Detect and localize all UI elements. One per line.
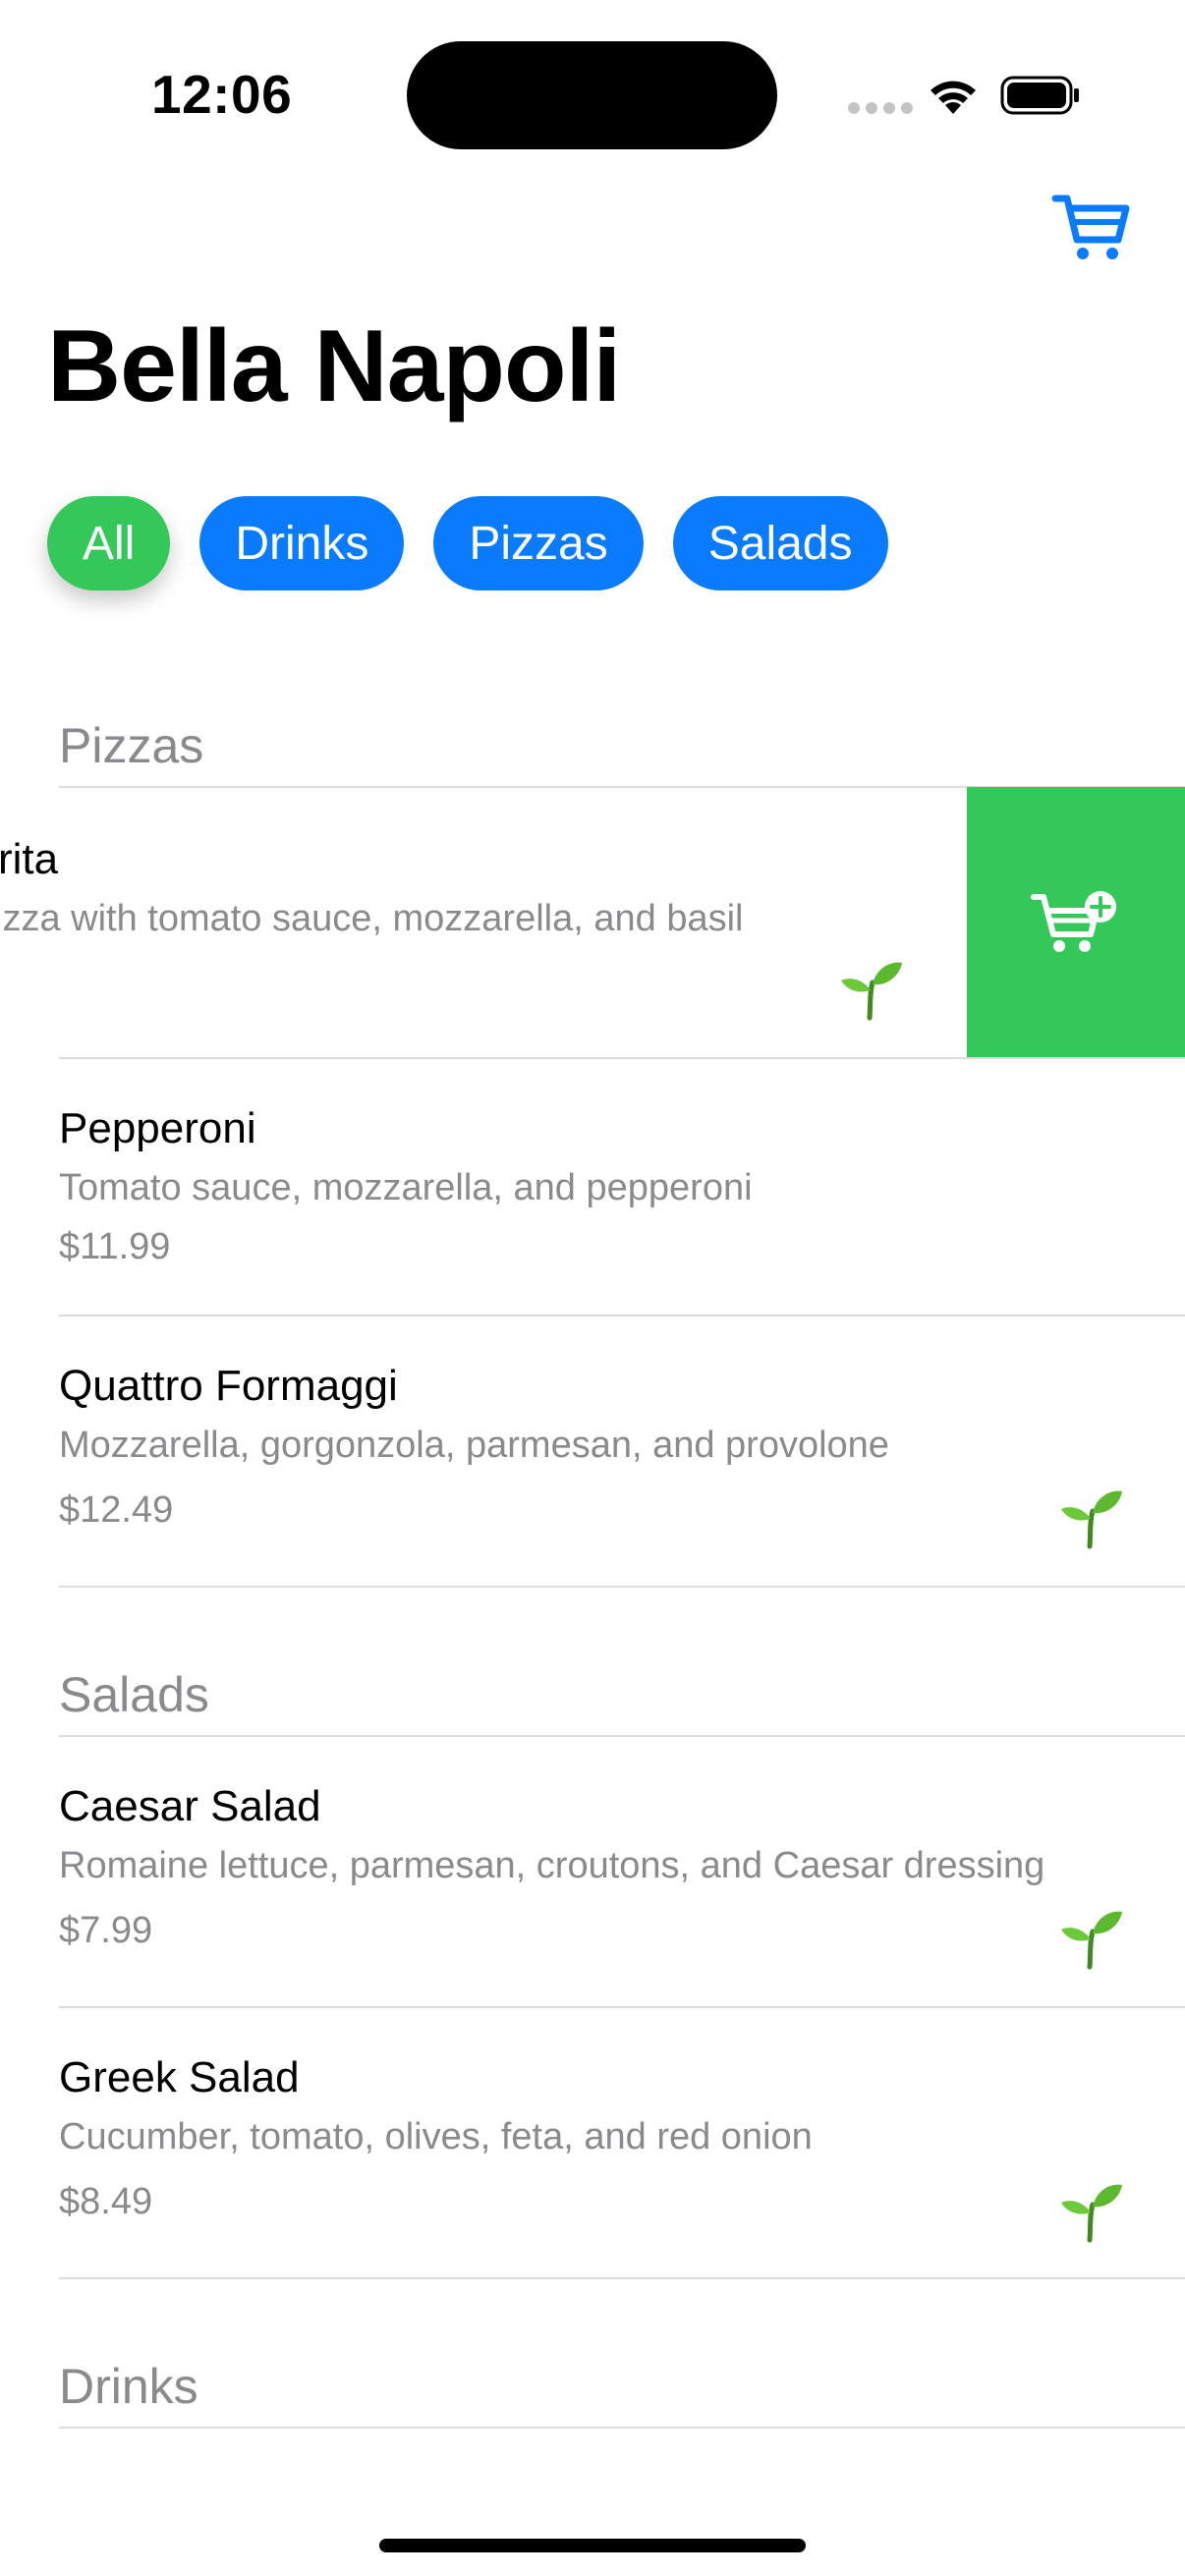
item-price: $8.49 xyxy=(59,2181,153,2222)
cellular-signal-icon xyxy=(848,102,913,114)
item-description: Romaine lettuce, parmesan, croutons, and… xyxy=(59,1845,1045,1886)
cart-button[interactable] xyxy=(1051,193,1132,263)
section-header-drinks: Drinks xyxy=(59,2359,198,2414)
item-description: Cucumber, tomato, olives, feta, and red … xyxy=(59,2116,813,2157)
divider xyxy=(59,1586,1185,1588)
category-filters: All Drinks Pizzas Salads xyxy=(47,496,888,590)
add-to-cart-swipe-button[interactable] xyxy=(967,787,1185,1058)
filter-chip-drinks[interactable]: Drinks xyxy=(199,496,405,590)
menu-item[interactable]: Pepperoni Tomato sauce, mozzarella, and … xyxy=(0,1059,1185,1315)
cart-add-icon xyxy=(1031,891,1116,952)
battery-icon xyxy=(1000,76,1079,115)
page-title: Bella Napoli xyxy=(47,309,621,423)
cart-icon xyxy=(1051,195,1130,259)
filter-chip-all[interactable]: All xyxy=(47,496,171,590)
wifi-icon xyxy=(931,81,976,114)
vegetarian-sprout-icon xyxy=(1061,1911,1122,1970)
filter-chip-salads[interactable]: Salads xyxy=(672,496,888,590)
dynamic-island xyxy=(407,41,777,149)
item-description: Tomato sauce, mozzarella, and pepperoni xyxy=(59,1167,753,1208)
section-header-salads: Salads xyxy=(59,1667,209,1722)
menu-item[interactable]: Quattro Formaggi Mozzarella, gorgonzola,… xyxy=(0,1316,1185,1586)
item-price: $11.99 xyxy=(59,1226,171,1267)
item-description: Mozzarella, gorgonzola, parmesan, and pr… xyxy=(59,1425,889,1466)
home-indicator[interactable] xyxy=(379,2539,806,2552)
item-name: rita xyxy=(0,835,59,883)
item-name: Caesar Salad xyxy=(59,1782,321,1830)
item-name: Pepperoni xyxy=(59,1104,256,1152)
item-description: izza with tomato sauce, mozzarella, and … xyxy=(0,898,744,939)
vegetarian-sprout-icon xyxy=(1061,1490,1122,1549)
divider xyxy=(59,2277,1185,2279)
item-name: Quattro Formaggi xyxy=(59,1362,398,1410)
section-header-pizzas: Pizzas xyxy=(59,718,204,773)
vegetarian-sprout-icon xyxy=(1061,2184,1122,2243)
item-price: $7.99 xyxy=(59,1910,153,1951)
vegetarian-sprout-icon xyxy=(841,962,902,1021)
menu-item[interactable]: Greek Salad Cucumber, tomato, olives, fe… xyxy=(0,2008,1185,2277)
item-name: Greek Salad xyxy=(59,2053,300,2101)
divider xyxy=(59,2427,1185,2429)
item-price: $12.49 xyxy=(59,1489,174,1531)
menu-item[interactable]: Caesar Salad Romaine lettuce, parmesan, … xyxy=(0,1737,1185,2006)
filter-chip-pizzas[interactable]: Pizzas xyxy=(433,496,644,590)
status-time: 12:06 xyxy=(151,64,293,125)
